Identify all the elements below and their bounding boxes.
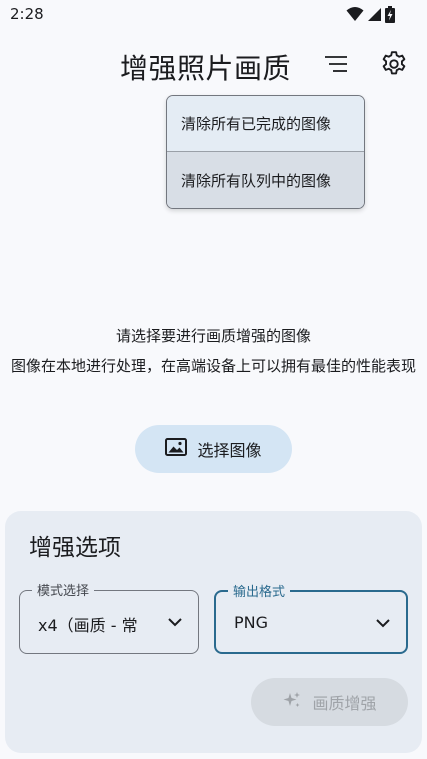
sparkle-icon bbox=[282, 690, 302, 714]
enhance-button[interactable]: 画质增强 bbox=[251, 678, 408, 726]
status-icons bbox=[346, 5, 395, 23]
menu-item-clear-queue[interactable]: 清除所有队列中的图像 bbox=[167, 152, 364, 208]
mode-select-label: 模式选择 bbox=[32, 580, 95, 599]
chevron-down-icon bbox=[374, 614, 392, 636]
image-icon bbox=[165, 438, 188, 460]
settings-button[interactable] bbox=[376, 48, 412, 84]
format-select-label: 输出格式 bbox=[228, 581, 291, 600]
options-title: 增强选项 bbox=[29, 535, 121, 561]
gear-icon bbox=[379, 49, 409, 83]
select-prompt: 请选择要进行画质增强的图像 bbox=[115, 327, 311, 345]
mode-select-value: x4（画质 - 常 bbox=[38, 616, 138, 635]
select-image-label: 选择图像 bbox=[197, 441, 262, 460]
signal-icon bbox=[367, 7, 382, 22]
overflow-menu: 清除所有已完成的图像 清除所有队列中的图像 bbox=[166, 95, 365, 209]
enhance-button-label: 画质增强 bbox=[312, 694, 377, 713]
menu-button[interactable] bbox=[318, 50, 354, 82]
wifi-icon bbox=[346, 6, 364, 22]
battery-charging-icon bbox=[385, 5, 395, 23]
format-select[interactable]: 输出格式 PNG bbox=[214, 581, 408, 654]
status-time: 2:28 bbox=[10, 5, 44, 23]
screen: 2:28 增强照片画质 清除所有已完成的图像 清除所有队列中的图像 请选择要进行… bbox=[0, 0, 427, 759]
page-title: 增强照片画质 bbox=[120, 52, 292, 85]
processing-note: 图像在本地进行处理，在高端设备上可以拥有最佳的性能表现 bbox=[10, 357, 416, 375]
mode-select[interactable]: 模式选择 x4（画质 - 常 bbox=[19, 580, 199, 654]
menu-item-clear-completed[interactable]: 清除所有已完成的图像 bbox=[167, 96, 364, 152]
options-card: 增强选项 模式选择 x4（画质 - 常 输出格式 PNG 画质增强 bbox=[5, 511, 422, 753]
format-select-value: PNG bbox=[234, 613, 269, 632]
sort-lines-icon bbox=[322, 53, 350, 79]
select-image-button[interactable]: 选择图像 bbox=[135, 425, 292, 473]
chevron-down-icon bbox=[166, 613, 184, 635]
status-bar: 2:28 bbox=[0, 0, 427, 28]
